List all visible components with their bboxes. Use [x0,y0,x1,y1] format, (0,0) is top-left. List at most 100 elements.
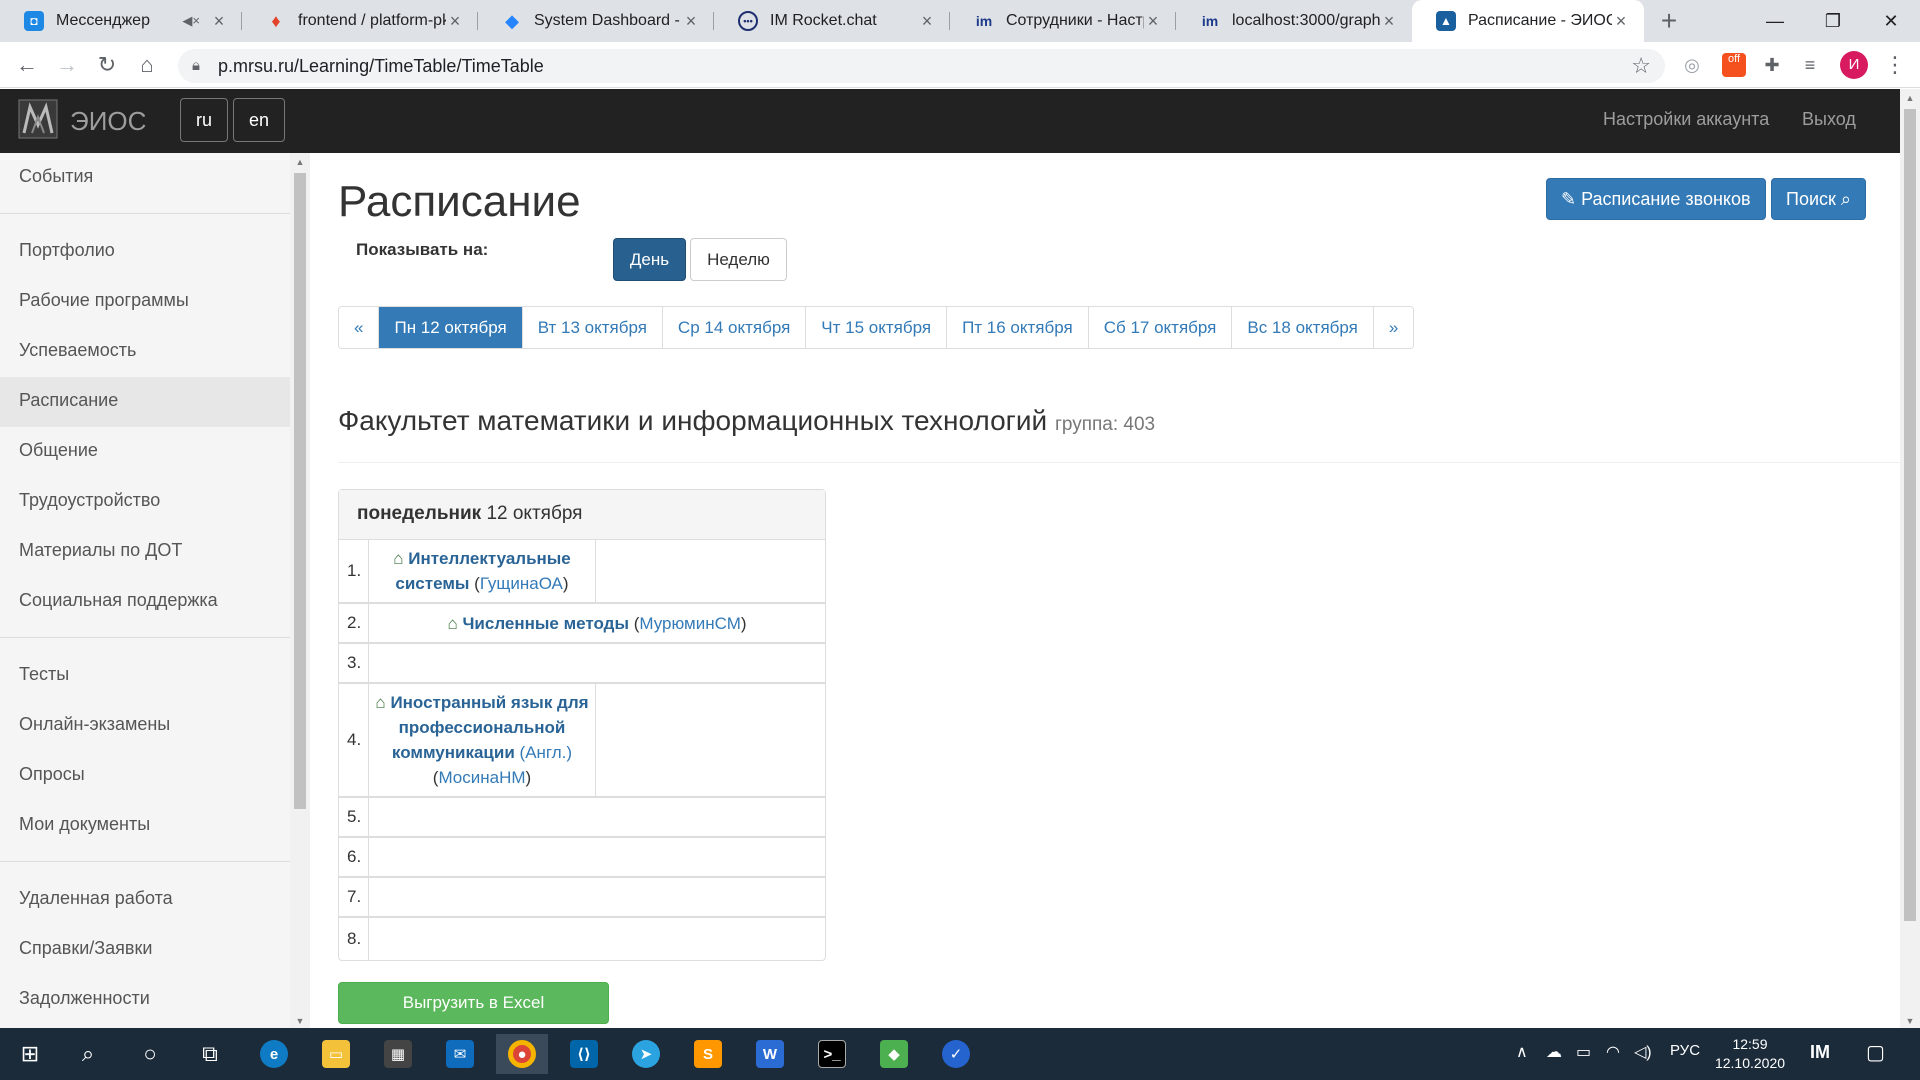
minimize-icon[interactable]: — [1746,0,1804,42]
forward-arrow-icon[interactable]: → [52,50,82,80]
lock-icon[interactable]: 🔒︎ [192,57,200,74]
sidebar-item-events[interactable]: События [0,153,290,203]
new-tab-button[interactable]: + [1654,6,1684,36]
close-tab-icon[interactable]: × [1380,11,1398,32]
sidebar-item-remote-work[interactable]: Удаленная работа [0,875,290,925]
windows-start-icon[interactable]: ⊞ [4,1034,56,1074]
onedrive-icon[interactable]: ☁ [1546,1042,1562,1062]
teacher-link[interactable]: МурюминСМ [639,614,741,633]
sidebar-item-work-programs[interactable]: Рабочие программы [0,277,290,327]
sidebar-item-progress[interactable]: Успеваемость [0,327,290,377]
task-view-icon[interactable]: ⧉ [184,1034,236,1074]
volume-icon[interactable]: ◁) [1634,1042,1652,1062]
mail-icon[interactable]: ✉ [434,1034,486,1074]
extension-off-icon[interactable]: off [1722,53,1746,77]
browser-tab-active[interactable]: ▲ Расписание - ЭИОС × [1412,0,1644,42]
sidebar-item-portfolio[interactable]: Портфолио [0,227,290,277]
pager-day-mon[interactable]: Пн 12 октября [378,307,522,348]
system-clock[interactable]: 12:59 12.10.2020 [1710,1035,1790,1073]
git-client-icon[interactable]: ◆ [868,1034,920,1074]
close-tab-icon[interactable]: × [1612,11,1630,32]
extension-target-icon[interactable]: ◎ [1680,53,1704,77]
muted-speaker-icon[interactable]: ◀× [182,13,200,29]
lang-ru-button[interactable]: ru [180,98,228,142]
home-icon[interactable]: ⌂ [132,50,162,80]
logout-link[interactable]: Выход [1802,109,1856,130]
teacher-link[interactable]: МосинаНМ [438,768,525,787]
teacher-link[interactable]: ГущинаОА [480,574,563,593]
sidebar-item-certificates[interactable]: Справки/Заявки [0,925,290,975]
chrome-icon[interactable]: ● [496,1034,548,1074]
back-arrow-icon[interactable]: ← [12,50,42,80]
sidebar-item-timetable[interactable]: Расписание [0,377,290,427]
sidebar-item-surveys[interactable]: Опросы [0,751,290,801]
sidebar-item-communication[interactable]: Общение [0,427,290,477]
close-tab-icon[interactable]: × [446,11,464,32]
sidebar-item-debts[interactable]: Задолженности [0,975,290,1025]
search-icon[interactable]: ⌕ [62,1034,114,1074]
battery-icon[interactable]: ▭ [1576,1042,1591,1062]
pager-day-tue[interactable]: Вт 13 октября [521,307,662,348]
search-button[interactable]: Поиск ⌕ [1771,178,1866,220]
bell-schedule-button[interactable]: ✎ Расписание звонков [1546,178,1766,220]
scroll-down-arrow-icon[interactable]: ▼ [290,1016,310,1026]
week-view-button[interactable]: Неделю [690,238,787,281]
browser-tab[interactable]: ♦ frontend / platform-pk × [242,0,478,42]
url-bar[interactable]: 🔒︎ p.mrsu.ru/Learning/TimeTable/TimeTabl… [178,49,1665,83]
sublime-icon[interactable]: S [682,1034,734,1074]
wifi-icon[interactable]: ◠ [1606,1042,1620,1062]
export-excel-button[interactable]: Выгрузить в Excel [338,982,609,1024]
close-tab-icon[interactable]: × [210,11,228,32]
browser-menu-icon[interactable]: ⋮ [1884,52,1906,78]
im-tray-icon[interactable]: IM [1810,1042,1830,1063]
profile-avatar[interactable]: И [1840,51,1868,79]
pager-day-fri[interactable]: Пт 16 октября [946,307,1088,348]
sidebar-item-dot-materials[interactable]: Материалы по ДОТ [0,527,290,577]
lang-en-button[interactable]: en [233,98,285,142]
pager-day-thu[interactable]: Чт 15 октября [805,307,947,348]
sidebar-item-online-exams[interactable]: Онлайн-экзамены [0,701,290,751]
restore-icon[interactable]: ❐ [1804,0,1862,42]
vscode-icon[interactable]: ⟨⟩ [558,1034,610,1074]
edge-icon[interactable]: e [248,1034,300,1074]
extensions-puzzle-icon[interactable]: ✚ [1760,53,1784,77]
account-settings-link[interactable]: Настройки аккаунта [1603,109,1769,130]
sidebar-scrollbar[interactable]: ▲ ▼ [290,153,310,1028]
input-language[interactable]: РУС [1670,1042,1700,1059]
pager-day-sat[interactable]: Сб 17 октября [1087,307,1232,348]
pager-prev[interactable]: « [339,307,379,348]
close-tab-icon[interactable]: × [918,11,936,32]
cortana-icon[interactable]: ○ [124,1034,176,1074]
close-tab-icon[interactable]: × [1144,11,1162,32]
day-view-button[interactable]: День [613,238,686,281]
browser-tab[interactable]: ◘ Мессенджер ◀× × [0,0,242,42]
reload-icon[interactable]: ↻ [92,50,122,80]
subject-link[interactable]: Численные методы [462,614,629,633]
tray-chevron-icon[interactable]: ∧ [1516,1042,1528,1062]
bookmark-star-icon[interactable]: ☆ [1631,53,1651,79]
page-scroll-thumb[interactable] [1904,109,1916,921]
browser-tab[interactable]: im Сотрудники - Настрой × [950,0,1176,42]
close-window-icon[interactable]: ✕ [1862,0,1920,42]
sidebar-item-tests[interactable]: Тесты [0,651,290,701]
url-text[interactable]: p.mrsu.ru/Learning/TimeTable/TimeTable [218,56,544,77]
terminal-icon[interactable]: >_ [806,1034,858,1074]
sidebar-item-my-documents[interactable]: Мои документы [0,801,290,851]
browser-tab[interactable]: ••• IM Rocket.chat × [714,0,950,42]
sidebar-scroll-thumb[interactable] [294,173,306,809]
telegram-icon[interactable]: ➤ [620,1034,672,1074]
sidebar-item-employment[interactable]: Трудоустройство [0,477,290,527]
eios-logo-icon[interactable] [18,99,58,139]
site-brand[interactable]: ЭИОС [70,106,146,137]
todo-icon[interactable]: ✓ [930,1034,982,1074]
page-scrollbar[interactable]: ▲ ▼ [1900,89,1920,1028]
pager-day-sun[interactable]: Вс 18 октября [1231,307,1373,348]
file-explorer-icon[interactable]: ▭ [310,1034,362,1074]
pager-day-wed[interactable]: Ср 14 октября [661,307,806,348]
scroll-up-arrow-icon[interactable]: ▲ [290,157,310,167]
writer-icon[interactable]: W [744,1034,796,1074]
sidebar-item-social-support[interactable]: Социальная поддержка [0,577,290,627]
reading-list-icon[interactable]: ≡ [1798,53,1822,77]
scroll-up-arrow-icon[interactable]: ▲ [1900,93,1920,103]
store-icon[interactable]: ▦ [372,1034,424,1074]
